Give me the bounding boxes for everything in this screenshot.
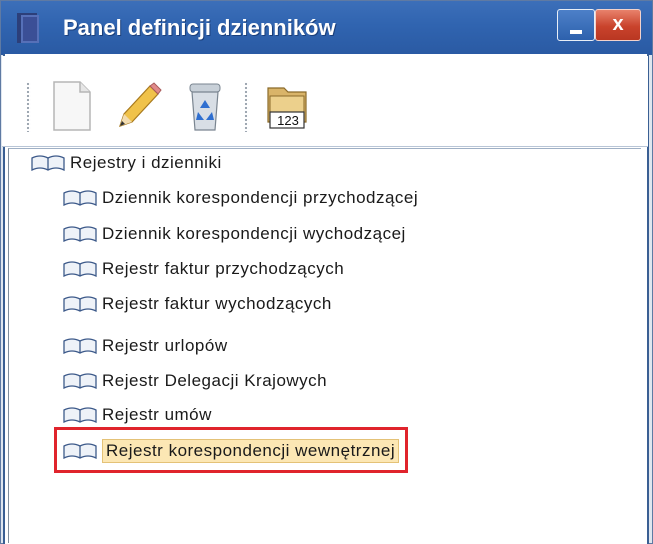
tree-item[interactable]: Rejestr faktur wychodzących	[62, 292, 332, 316]
book-icon	[63, 226, 97, 243]
toolbar-grip[interactable]	[244, 82, 249, 132]
tree-root[interactable]: Rejestry i dzienniki	[30, 151, 222, 175]
book-icon	[63, 261, 97, 278]
book-icon	[31, 155, 65, 172]
tree-item-label: Dziennik korespondencji wychodzącej	[102, 224, 406, 243]
annotation-highlight-box	[54, 427, 408, 473]
recycle-bin-icon[interactable]	[180, 78, 230, 134]
tree-item-label: Dziennik korespondencji przychodzącej	[102, 188, 419, 207]
window-title: Panel definicji dzienników	[63, 15, 336, 40]
book-icon	[63, 296, 97, 313]
tree-item-label: Rejestr faktur przychodzących	[102, 259, 345, 278]
tree-root-label: Rejestry i dzienniki	[70, 153, 222, 172]
toolbar	[2, 56, 648, 147]
book-icon	[63, 407, 97, 424]
tree-item[interactable]: Rejestr Delegacji Krajowych	[62, 369, 327, 393]
book-app-icon	[17, 13, 39, 43]
tree-item[interactable]: Rejestr urlopów	[62, 334, 228, 358]
toolbar-grip[interactable]	[26, 82, 31, 132]
tree-item-label: Rejestr Delegacji Krajowych	[102, 371, 328, 390]
tree-item[interactable]: Dziennik korespondencji wychodzącej	[62, 222, 406, 246]
tree-item[interactable]: Rejestr faktur przychodzących	[62, 257, 344, 281]
minimize-button[interactable]	[557, 9, 595, 41]
title-bar[interactable]: Panel definicji dzienników x	[1, 1, 652, 55]
tree-item[interactable]: Rejestr umów	[62, 403, 212, 427]
book-icon	[63, 338, 97, 355]
tree-item-label: Rejestr faktur wychodzących	[102, 294, 332, 313]
book-icon	[63, 373, 97, 390]
close-button[interactable]: x	[595, 9, 641, 41]
tree-item-label: Rejestr urlopów	[102, 336, 228, 355]
new-document-icon[interactable]	[46, 78, 96, 134]
folder-number-label: 123	[277, 113, 299, 128]
book-icon	[63, 190, 97, 207]
tree-item-label: Rejestr umów	[102, 405, 212, 424]
tree-item[interactable]: Dziennik korespondencji przychodzącej	[62, 186, 418, 210]
pencil-icon[interactable]	[112, 78, 162, 134]
minimize-icon	[570, 30, 582, 34]
